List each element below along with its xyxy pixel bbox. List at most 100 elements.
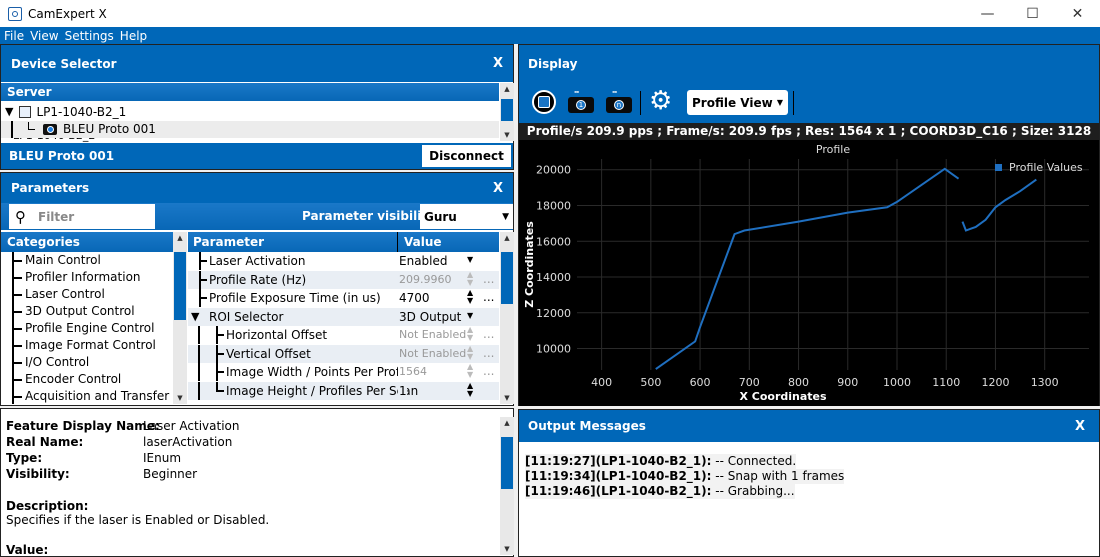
camera-snap-icon: 1: [568, 97, 594, 113]
filter-input[interactable]: ⚲ Filter: [9, 204, 155, 229]
disconnect-button[interactable]: Disconnect: [422, 145, 511, 167]
device-tree-scrollbar[interactable]: ▲ ▼: [500, 83, 514, 141]
maximize-button[interactable]: ☐: [1010, 0, 1055, 27]
category-label: I/O Control: [25, 355, 90, 369]
menu-view[interactable]: View: [30, 29, 58, 43]
close-panel-button[interactable]: X: [1075, 419, 1085, 434]
parameters-scrollbar[interactable]: ▲ ▼: [500, 232, 514, 404]
more-options-button[interactable]: ...: [483, 327, 494, 341]
parameter-value[interactable]: 209.9960: [398, 272, 452, 286]
message-text: -- Grabbing...: [711, 484, 795, 498]
x-tick-label: 700: [739, 376, 760, 389]
y-axis-label: Z Coordinates: [523, 221, 536, 308]
value-column-header[interactable]: Value: [398, 235, 442, 249]
tree-branch: [12, 362, 22, 364]
snap-one-button[interactable]: ''''' 1: [568, 90, 594, 113]
more-options-button[interactable]: ...: [483, 290, 494, 304]
settings-gear-icon[interactable]: ⚙: [649, 86, 672, 116]
parameter-row[interactable]: Vertical Offset Not Enabled ▲ ▼...: [188, 344, 499, 363]
parameter-value[interactable]: Enabled: [398, 254, 448, 268]
category-item[interactable]: I/O Control: [1, 354, 173, 371]
close-window-button[interactable]: ✕: [1055, 0, 1100, 27]
parameter-name: Image Width / Points Per Profile: [226, 365, 415, 379]
parameter-table: Laser Activation Enabled ▼ Profile Rate (Hz…: [188, 252, 499, 404]
tree-item-device[interactable]: BLEU Proto 001: [1, 121, 499, 138]
field-value: Laser Activation: [143, 419, 240, 433]
close-panel-button[interactable]: X: [493, 181, 503, 196]
parameter-row[interactable]: Laser Activation Enabled ▼: [188, 252, 499, 270]
expand-arrow-icon[interactable]: ▼: [191, 310, 199, 323]
category-item[interactable]: 3D Output Control: [1, 303, 173, 320]
spin-arrows-icon[interactable]: ▲ ▼: [467, 344, 473, 361]
view-mode-dropdown[interactable]: Profile View ▼: [687, 90, 788, 115]
expand-arrow-icon[interactable]: ▼: [5, 105, 13, 118]
categories-scrollbar[interactable]: ▲ ▼: [173, 232, 187, 404]
spin-arrows-icon[interactable]: ▲ ▼: [467, 363, 473, 379]
menu-settings[interactable]: Settings: [65, 29, 114, 43]
tree-branch: [28, 122, 35, 130]
visibility-dropdown[interactable]: Guru ▼: [420, 204, 513, 229]
chevron-down-icon[interactable]: ▼: [467, 255, 473, 264]
tree-branch: [199, 260, 207, 262]
category-label: 3D Output Control: [25, 304, 135, 318]
more-options-button[interactable]: ...: [483, 364, 494, 378]
spin-arrows-icon[interactable]: ▲ ▼: [467, 270, 473, 287]
profile-chart[interactable]: 400 500 600 700 800 900 1000 1100 1200 1300 10000 1…: [519, 141, 1099, 406]
message-time: [11:19:34]: [525, 469, 596, 483]
parameter-value[interactable]: 3D Output: [398, 309, 462, 324]
stop-button[interactable]: [532, 90, 556, 114]
parameter-row[interactable]: Horizontal Offset Not Enabled ▲ ▼...: [188, 326, 499, 344]
x-tick-label: 400: [591, 376, 612, 389]
visibility-value: Guru: [424, 209, 457, 224]
close-panel-button[interactable]: X: [493, 56, 503, 71]
tree-line: [198, 344, 200, 363]
x-tick-label: 1000: [883, 376, 911, 389]
category-item[interactable]: Acquisition and Transfer Con: [1, 388, 173, 404]
tree-branch: [12, 277, 22, 279]
category-item[interactable]: Laser Control: [1, 286, 173, 303]
parameter-row[interactable]: Profile Rate (Hz) 209.9960 ▲ ▼...: [188, 270, 499, 289]
category-item[interactable]: Encoder Control: [1, 371, 173, 388]
output-header: Output Messages X: [519, 410, 1099, 442]
panel-title: Display: [528, 57, 578, 71]
parameter-value[interactable]: 4700: [398, 291, 430, 305]
chevron-down-icon[interactable]: ▼: [467, 311, 473, 320]
feature-info-scrollbar[interactable]: ▲ ▼: [500, 417, 514, 555]
tree-item-server-2[interactable]: LP1-1040-B2_2: [1, 138, 499, 142]
category-item[interactable]: Profile Engine Control: [1, 320, 173, 337]
panel-title: Output Messages: [528, 419, 646, 433]
message-source: (LP1-1040-B2_1):: [595, 469, 712, 483]
tree-line: [198, 363, 200, 381]
acquisition-status: Profile/s 209.9 pps ; Frame/s: 209.9 fps…: [519, 123, 1099, 140]
tree-branch: [216, 334, 224, 336]
spin-arrows-icon[interactable]: ▲ ▼: [467, 326, 473, 342]
menu-file[interactable]: File: [4, 29, 24, 43]
tree-item-server[interactable]: ▼ LP1-1040-B2_1: [1, 102, 499, 121]
parameter-value[interactable]: Not Enabled: [398, 328, 467, 341]
parameter-row[interactable]: Image Width / Points Per Profile 1564 ▲ ▼..…: [188, 363, 499, 381]
toolbar-separator: [793, 91, 794, 115]
grab-continuous-button[interactable]: ''''' n: [606, 90, 632, 113]
category-item[interactable]: Image Format Control: [1, 337, 173, 354]
filter-placeholder: Filter: [38, 209, 75, 224]
category-item[interactable]: Main Control: [1, 252, 173, 269]
server-column-header[interactable]: Server: [1, 83, 499, 101]
tree-branch: [216, 352, 224, 355]
category-item[interactable]: Profiler Information: [1, 269, 173, 286]
menu-help[interactable]: Help: [120, 29, 147, 43]
parameter-row[interactable]: ▼ ROI Selector 3D Output ▼: [188, 307, 499, 326]
parameter-column-header[interactable]: Parameter: [188, 232, 398, 252]
filter-bar: ⚲ Filter Parameter visibility: Guru ▼: [1, 203, 513, 230]
spin-arrows-icon[interactable]: ▲ ▼: [467, 289, 473, 305]
tree-branch: [12, 396, 22, 398]
parameter-value[interactable]: Not Enabled: [398, 346, 467, 360]
more-options-button[interactable]: ...: [483, 272, 494, 286]
parameter-row[interactable]: Profile Exposure Time (in us) 4700 ▲ ▼...: [188, 289, 499, 307]
parameter-row[interactable]: Image Height / Profiles Per Scan 1 ▲ ▼: [188, 381, 499, 400]
parameter-value[interactable]: 1: [398, 383, 407, 398]
spin-arrows-icon[interactable]: ▲ ▼: [467, 381, 473, 398]
minimize-button[interactable]: —: [965, 0, 1010, 27]
parameter-value[interactable]: 1564: [398, 365, 427, 378]
more-options-button[interactable]: ...: [483, 346, 494, 360]
chevron-down-icon: ▼: [502, 211, 509, 222]
